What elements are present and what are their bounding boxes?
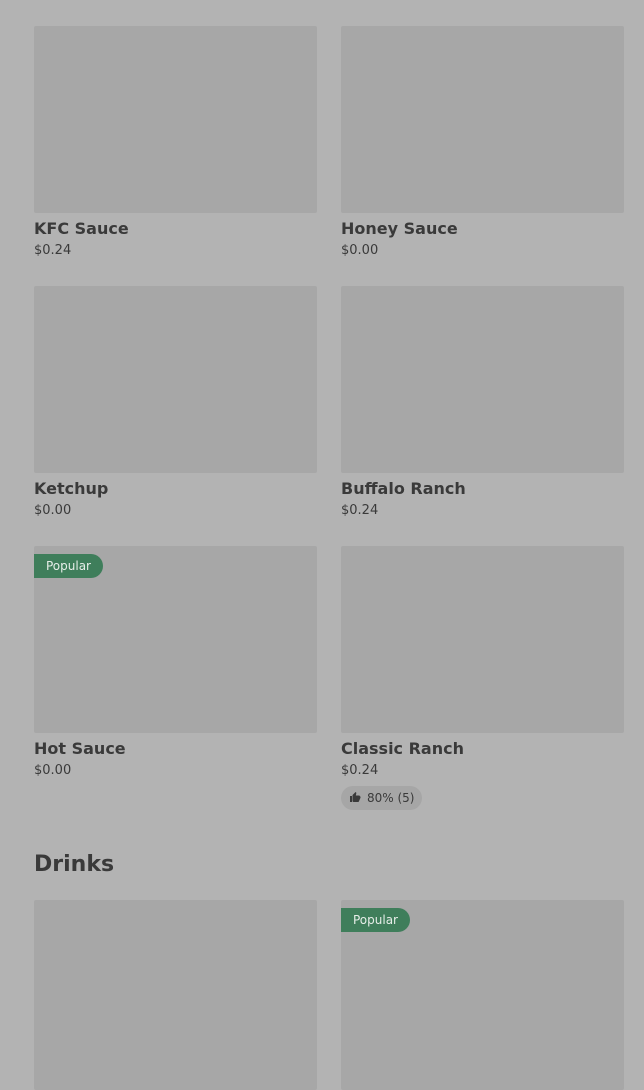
item-price: $0.24	[341, 503, 379, 518]
menu-page: KFC Sauce $0.24 Honey Sauce $0.00 Ketchu…	[0, 0, 644, 1090]
item-price: $0.24	[341, 763, 379, 778]
menu-item-card[interactable]: Buffalo Ranch $0.24	[341, 286, 624, 518]
menu-item-card[interactable]: Popular Hot Sauce $0.00	[34, 546, 317, 810]
item-image	[34, 286, 317, 473]
section-title-drinks: Drinks	[34, 852, 115, 877]
item-name: Honey Sauce	[341, 219, 458, 238]
menu-item-card[interactable]: KFC Sauce $0.24	[34, 26, 317, 258]
item-price: $0.00	[34, 503, 72, 518]
item-name: KFC Sauce	[34, 219, 129, 238]
item-price: $0.00	[341, 243, 379, 258]
popular-badge: Popular	[34, 554, 103, 578]
item-name: Ketchup	[34, 479, 109, 498]
item-price: $0.00	[34, 763, 72, 778]
item-price: $0.24	[34, 243, 72, 258]
item-image	[341, 26, 624, 213]
item-name: Classic Ranch	[341, 739, 464, 758]
thumbs-up-icon	[349, 791, 361, 806]
sauces-grid: KFC Sauce $0.24 Honey Sauce $0.00 Ketchu…	[34, 26, 624, 810]
item-name: Hot Sauce	[34, 739, 126, 758]
rating-pill: 80% (5)	[341, 786, 423, 810]
section-divider-cutoff	[34, 0, 114, 2]
drinks-grid: Popular	[34, 900, 624, 1090]
item-name: Buffalo Ranch	[341, 479, 466, 498]
item-image: Popular	[34, 546, 317, 733]
menu-item-card[interactable]: Classic Ranch $0.24 80% (5)	[341, 546, 624, 810]
rating-text: 80% (5)	[367, 791, 415, 805]
popular-badge: Popular	[341, 908, 410, 932]
menu-item-card[interactable]: Ketchup $0.00	[34, 286, 317, 518]
item-image	[34, 900, 317, 1090]
item-image	[341, 286, 624, 473]
menu-item-card[interactable]: Honey Sauce $0.00	[341, 26, 624, 258]
item-image	[341, 546, 624, 733]
menu-item-card[interactable]	[34, 900, 317, 1090]
item-image: Popular	[341, 900, 624, 1090]
item-image	[34, 26, 317, 213]
menu-item-card[interactable]: Popular	[341, 900, 624, 1090]
